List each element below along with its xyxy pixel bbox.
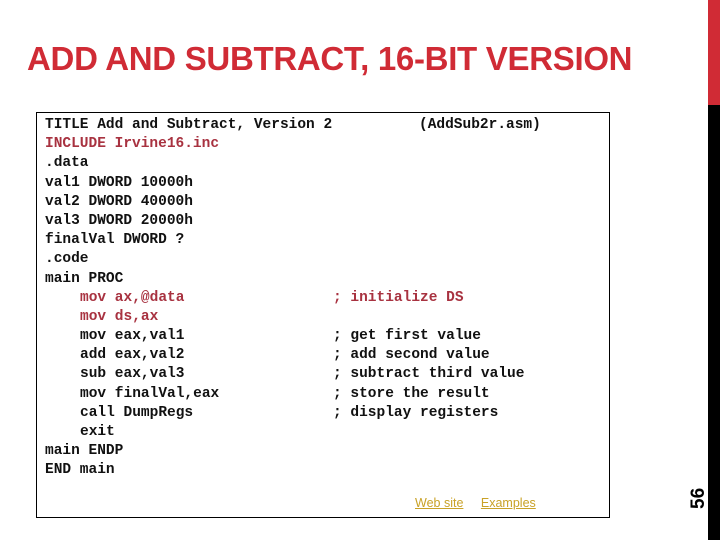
code-line: val2 DWORD 40000h: [45, 193, 332, 212]
links-bar: Web site Examples: [415, 496, 550, 510]
code-listing-box: TITLE Add and Subtract, Version 2 (AddSub…: [36, 112, 610, 518]
accent-bar: [708, 0, 720, 105]
page-number: 56: [688, 487, 709, 509]
examples-link[interactable]: Examples: [481, 496, 536, 510]
code-line: add eax,val2 ; add second value: [45, 346, 490, 365]
code-line: mov ax,@data ; initialize DS: [45, 289, 464, 308]
code-line: mov finalVal,eax ; store the result: [45, 385, 490, 404]
code-line: call DumpRegs ; display registers: [45, 404, 498, 423]
code-text: mov ds,ax: [80, 308, 159, 325]
code-comment: ; subtract third value: [333, 366, 525, 383]
code-line: mov eax,val1 ; get first value: [45, 327, 481, 346]
file-name-label: (AddSub2r.asm): [419, 117, 541, 133]
code-line: main PROC: [45, 270, 332, 289]
code-line: TITLE Add and Subtract, Version 2 (AddSub…: [45, 116, 541, 135]
code-text: val1 DWORD 10000h: [45, 174, 193, 191]
code-text: call DumpRegs: [80, 404, 194, 421]
code-text: mov eax,val1: [80, 328, 185, 345]
code-text: exit: [80, 424, 115, 440]
side-bar: [708, 105, 720, 540]
code-line: END main: [45, 461, 332, 480]
code-comment: ; store the result: [333, 385, 490, 402]
code-text: TITLE Add and Subtract, Version 2: [45, 117, 333, 133]
code-listing: TITLE Add and Subtract, Version 2 (AddSub…: [45, 116, 541, 481]
code-comment: ; get first value: [333, 328, 481, 345]
code-line: .data: [45, 154, 332, 173]
code-text: .data: [45, 155, 89, 172]
code-comment: ; add second value: [333, 347, 490, 364]
code-text: val3 DWORD 20000h: [45, 212, 193, 229]
slide-title: ADD AND SUBTRACT, 16-BIT VERSION: [27, 40, 633, 77]
code-text: main ENDP: [45, 443, 124, 460]
code-line: main ENDP: [45, 442, 332, 461]
code-line: INCLUDE Irvine16.inc: [45, 135, 332, 154]
code-comment: ; initialize DS: [333, 289, 464, 306]
code-text: INCLUDE Irvine16.inc: [45, 136, 220, 153]
code-comment: ; display registers: [333, 404, 499, 421]
web-site-link[interactable]: Web site: [415, 496, 463, 510]
code-text: mov ax,@data: [80, 289, 185, 306]
code-line: finalVal DWORD ?: [45, 231, 332, 250]
code-line: mov ds,ax: [45, 308, 332, 327]
code-line: .code: [45, 250, 332, 269]
code-line: val3 DWORD 20000h: [45, 212, 332, 231]
code-text: mov finalVal,eax: [80, 385, 220, 402]
code-text: main PROC: [45, 270, 124, 287]
code-line: sub eax,val3 ; subtract third value: [45, 365, 524, 384]
code-text: END main: [45, 462, 115, 479]
code-text: val2 DWORD 40000h: [45, 193, 193, 210]
code-text: add eax,val2: [80, 347, 185, 364]
code-text: finalVal DWORD ?: [45, 232, 185, 249]
code-text: sub eax,val3: [80, 366, 185, 383]
code-text: .code: [45, 251, 89, 268]
code-line: val1 DWORD 10000h: [45, 174, 332, 193]
code-line: exit: [45, 423, 332, 442]
